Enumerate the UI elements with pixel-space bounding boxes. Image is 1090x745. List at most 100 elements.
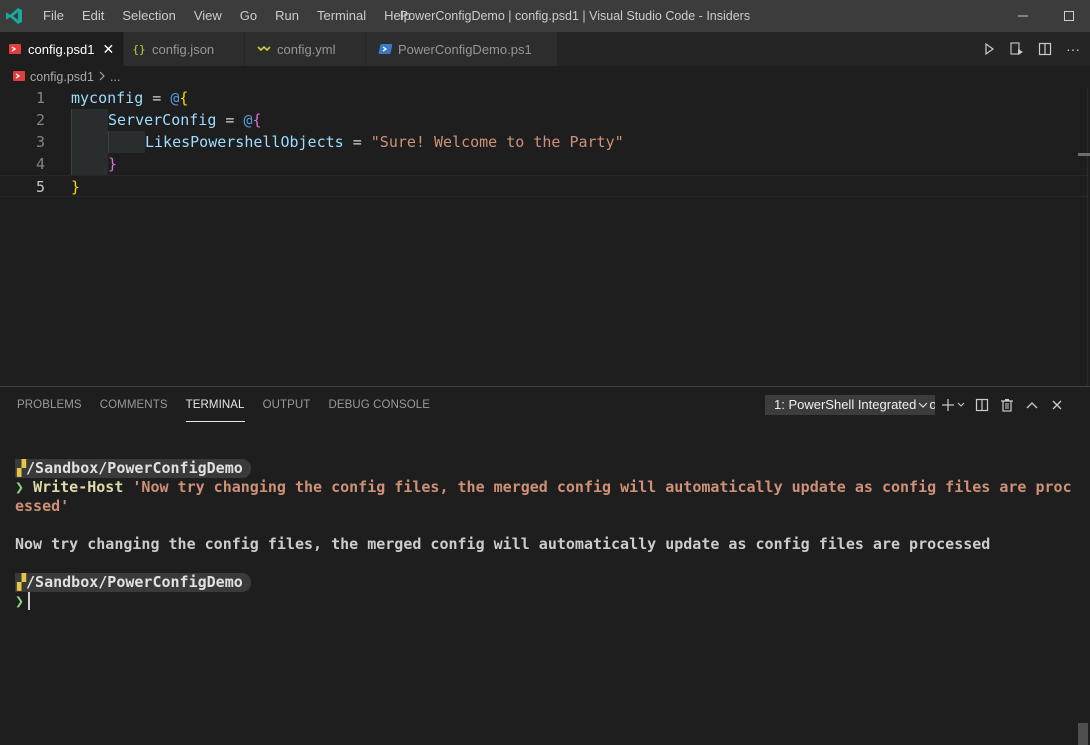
tab-config-json[interactable]: {} config.json: [124, 32, 245, 66]
minimize-icon: [1018, 15, 1028, 17]
terminal-selector-value: 1: PowerShell Integrated Console: [774, 397, 935, 412]
kill-terminal-button[interactable]: [998, 396, 1016, 414]
tab-comments[interactable]: COMMENTS: [91, 387, 177, 423]
terminal-cursor: [28, 592, 31, 610]
prompt-path: ▞/Sandbox/PowerConfigDemo: [15, 459, 251, 478]
token-string: "Sure! Welcome to the Party": [370, 133, 624, 151]
tab-label: config.psd1: [28, 41, 95, 57]
powershell-data-icon: [8, 42, 22, 56]
menu-go[interactable]: Go: [231, 0, 266, 32]
minimize-button[interactable]: [1000, 0, 1046, 32]
tab-label: config.yml: [277, 41, 336, 57]
breadcrumb: config.psd1 ...: [0, 66, 1090, 88]
construction-icon: ▞: [17, 573, 27, 591]
chevron-right-icon: [98, 70, 106, 84]
menu-run[interactable]: Run: [266, 0, 308, 32]
line-number: 4: [35, 155, 45, 173]
maximize-button[interactable]: [1046, 0, 1090, 32]
prompt-path: ▞/Sandbox/PowerConfigDemo: [15, 573, 251, 592]
code-line: 3 LikesPowershellObjects = "Sure! Welcom…: [0, 131, 1088, 153]
code-content: myconfig = @{: [71, 87, 188, 109]
split-terminal-button[interactable]: [973, 396, 991, 414]
panel-tabs: PROBLEMS COMMENTS TERMINAL OUTPUT DEBUG …: [0, 387, 439, 423]
overview-ruler-mark: [1078, 153, 1090, 156]
powershell-icon: [378, 42, 392, 56]
prompt-path-text: /Sandbox/PowerConfigDemo: [26, 459, 243, 477]
bottom-panel: PROBLEMS COMMENTS TERMINAL OUTPUT DEBUG …: [0, 386, 1090, 745]
maximize-panel-button[interactable]: [1023, 396, 1041, 414]
token-at: @: [243, 111, 253, 129]
menu-edit[interactable]: Edit: [73, 0, 113, 32]
menu-file[interactable]: File: [34, 0, 73, 32]
editor-actions: ···: [978, 32, 1090, 66]
run-selection-icon: [1010, 42, 1023, 55]
indent-guide: [71, 153, 108, 175]
token-variable: LikesPowershellObjects: [145, 133, 344, 151]
prompt-path-text: /Sandbox/PowerConfigDemo: [26, 573, 243, 591]
token-operator: =: [143, 89, 171, 107]
more-actions-icon[interactable]: ···: [1062, 38, 1084, 60]
token-variable: ServerConfig: [108, 111, 217, 129]
chevron-up-icon: [1026, 402, 1038, 409]
token-brace: {: [179, 89, 189, 107]
code-editor[interactable]: 1 myconfig = @{ 2 ServerConfig = @{ 3 Li…: [0, 88, 1090, 386]
indent-guide: [108, 131, 145, 153]
terminal-selector[interactable]: 1: PowerShell Integrated Console: [765, 395, 935, 415]
terminal-command: Write-Host: [33, 478, 124, 496]
powershell-data-icon: [12, 69, 26, 86]
code-content: }: [108, 153, 117, 175]
tab-output[interactable]: OUTPUT: [254, 387, 320, 423]
code-content: LikesPowershellObjects = "Sure! Welcome …: [145, 131, 624, 153]
close-panel-button[interactable]: [1048, 396, 1066, 414]
code-line: 4 }: [0, 153, 1088, 175]
maximize-icon: [1064, 11, 1074, 21]
tab-config-yml[interactable]: config.yml: [245, 32, 366, 66]
split-editor-icon: [1038, 42, 1052, 56]
tab-powerconfigdemo-ps1[interactable]: PowerConfigDemo.ps1: [366, 32, 558, 66]
panel-actions: [940, 395, 1066, 415]
tab-label: config.json: [152, 41, 215, 57]
vscode-insiders-logo-icon: [0, 0, 28, 32]
split-editor-button[interactable]: [1034, 38, 1056, 60]
code-line: 1 myconfig = @{: [0, 87, 1088, 109]
line-number: 5: [35, 178, 45, 196]
editor-scrollbar[interactable]: [1087, 88, 1088, 386]
token-brace: {: [252, 111, 262, 129]
token-brace: }: [71, 178, 81, 196]
terminal-command-arg: 'Now try changing the config files, the …: [123, 478, 1072, 496]
close-icon: [1052, 400, 1062, 410]
terminal-scrollbar[interactable]: [1078, 723, 1088, 745]
terminal-output[interactable]: ▞/Sandbox/PowerConfigDemo ❯ Write-Host '…: [15, 459, 1072, 611]
close-icon[interactable]: ✕: [103, 41, 115, 57]
line-number: 3: [35, 133, 45, 151]
breadcrumb-file[interactable]: config.psd1: [30, 70, 94, 84]
run-file-button[interactable]: [978, 38, 1000, 60]
menu-bar: File Edit Selection View Go Run Terminal…: [34, 0, 420, 32]
menu-selection[interactable]: Selection: [113, 0, 184, 32]
yaml-icon: [257, 42, 271, 56]
new-terminal-button[interactable]: [940, 396, 966, 414]
menu-view[interactable]: View: [185, 0, 231, 32]
terminal-output-line: Now try changing the config files, the m…: [15, 535, 991, 553]
menu-terminal[interactable]: Terminal: [308, 0, 375, 32]
play-icon: [985, 42, 995, 56]
run-selection-button[interactable]: [1006, 38, 1028, 60]
plus-icon: [942, 399, 965, 411]
menu-help[interactable]: Help: [375, 0, 420, 32]
tab-debug-console[interactable]: DEBUG CONSOLE: [319, 387, 439, 423]
tab-terminal[interactable]: TERMINAL: [177, 387, 254, 423]
code-line-current: 5 }: [0, 175, 1088, 197]
token-operator: =: [216, 111, 244, 129]
tab-problems[interactable]: PROBLEMS: [8, 387, 91, 423]
line-number: 1: [35, 89, 45, 107]
line-number: 2: [35, 111, 45, 129]
token-operator: =: [343, 133, 371, 151]
prompt-symbol: ❯: [15, 478, 25, 496]
code-line: 2 ServerConfig = @{: [0, 109, 1088, 131]
tab-config-psd1[interactable]: config.psd1 ✕: [0, 32, 124, 66]
indent-guide: [71, 131, 108, 153]
trash-icon: [1001, 399, 1013, 412]
chevron-down-icon: [916, 395, 930, 415]
breadcrumb-more[interactable]: ...: [110, 70, 120, 84]
indent-guide: [71, 109, 108, 131]
